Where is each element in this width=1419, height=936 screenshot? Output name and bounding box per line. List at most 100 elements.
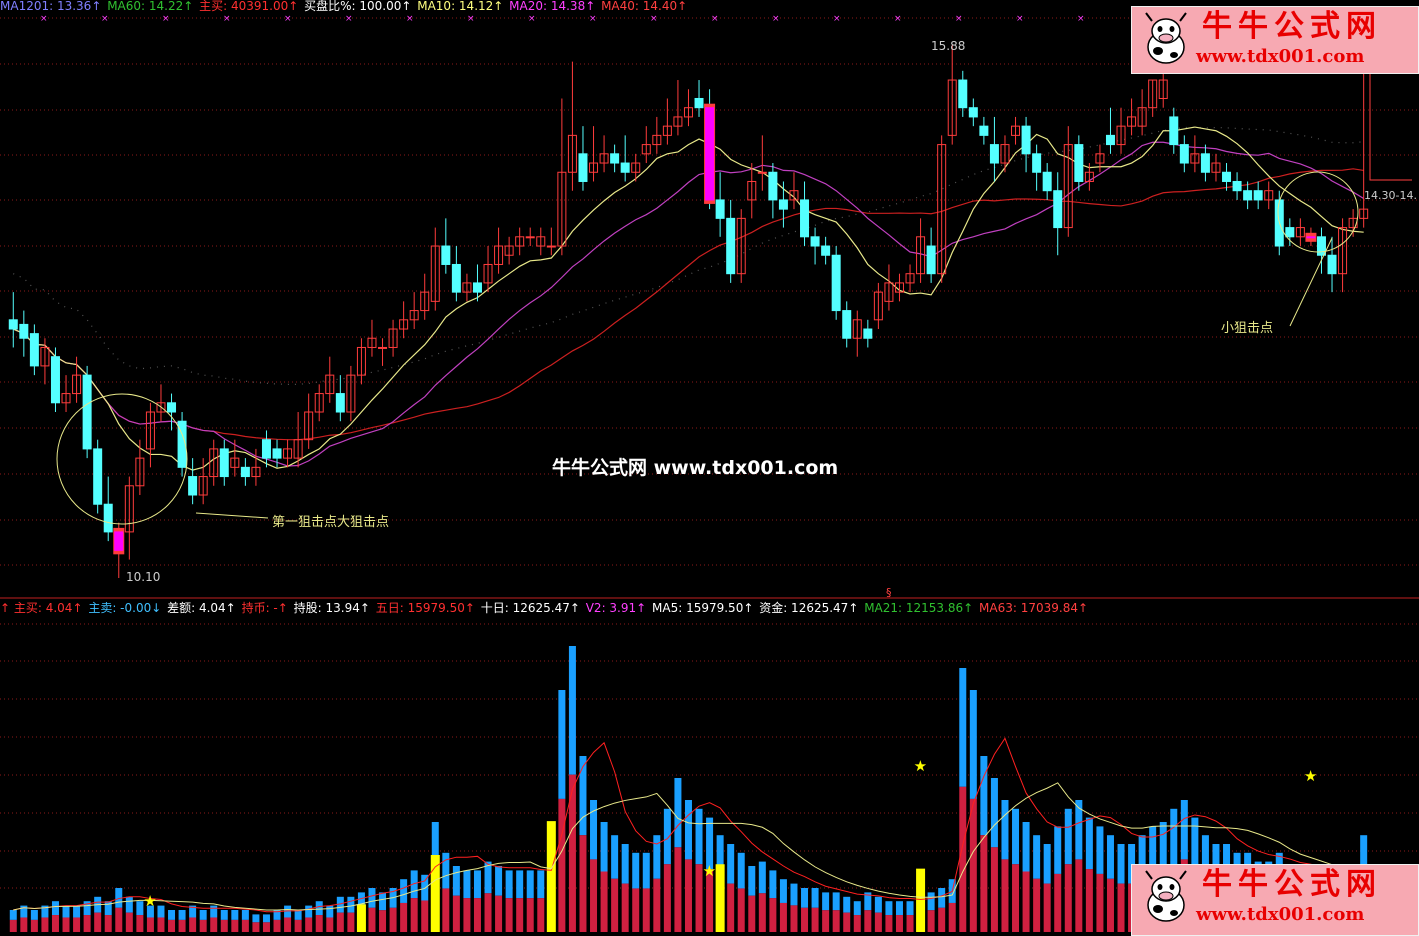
- volume-bar-buy: [1106, 835, 1114, 879]
- marker-x: ×: [467, 14, 475, 24]
- volume-bar-sell: [136, 915, 144, 932]
- volume-bar-sell: [231, 919, 239, 932]
- candle-body: [167, 402, 177, 413]
- volume-bar-sell: [1096, 873, 1104, 932]
- volume-bar-sell: [990, 847, 998, 932]
- volume-bar-buy: [30, 910, 38, 920]
- candle-body: [989, 144, 999, 164]
- volume-bar-sell: [125, 912, 133, 932]
- volume-bar-buy: [199, 910, 207, 920]
- volume-bar-sell: [1001, 859, 1009, 932]
- ma10-line: [13, 126, 1364, 471]
- volume-bar-sell: [1075, 859, 1083, 932]
- volume-bar-buy: [1001, 800, 1009, 860]
- volume-bar-buy: [737, 852, 745, 889]
- volume-bar-buy: [73, 905, 81, 918]
- watermark-site-name: 牛牛公式网: [1202, 9, 1382, 44]
- volume-bar-sell: [73, 917, 81, 932]
- price-low-label: 10.10: [126, 570, 161, 584]
- volume-bar-buy: [1033, 835, 1041, 879]
- volume-bar-buy: [516, 870, 524, 899]
- star-icon: ★: [914, 757, 927, 775]
- volume-bar-sell: [727, 883, 735, 932]
- volume-bar-sell: [980, 835, 988, 932]
- volume-bar-sell: [83, 915, 91, 932]
- volume-bar-buy: [790, 883, 798, 906]
- volume-bar-sell: [199, 919, 207, 932]
- volume-bar-buy: [642, 852, 650, 889]
- candle-body: [1222, 171, 1232, 182]
- candle-body: [378, 346, 388, 349]
- volume-bar-sell: [590, 859, 598, 932]
- candle-body: [610, 153, 620, 164]
- volume-bar-sell: [146, 917, 154, 932]
- candle-body: [50, 356, 60, 404]
- indicator-5: 五日: 15979.50↑: [375, 601, 479, 615]
- volume-bar-sell: [368, 907, 376, 932]
- volume-bar-sell: [611, 878, 619, 932]
- volume-bar-buy: [125, 896, 133, 913]
- volume-bar-sell: [30, 919, 38, 932]
- volume-bar-sell: [315, 915, 323, 932]
- ma-long-dotted-line: [13, 126, 1364, 385]
- indicator-8: MA5: 15979.50↑: [652, 601, 758, 615]
- indicator-1: MA60: 14.22↑: [107, 0, 198, 13]
- volume-bar-sell: [1033, 878, 1041, 932]
- volume-bar-sell: [421, 900, 429, 932]
- volume-bar-buy: [294, 910, 302, 920]
- watermark-url: www.tdx001.com: [1196, 904, 1365, 925]
- volume-bar-sell: [452, 895, 460, 932]
- candle-body: [525, 236, 535, 239]
- indicator-3: 买盘比%: 100.00↑: [304, 0, 416, 13]
- marker-x: ×: [101, 14, 109, 24]
- star-icon: ★: [703, 862, 716, 880]
- volume-bar-sell: [663, 864, 671, 932]
- volume-bar-sell: [737, 888, 745, 932]
- volume-bar-buy: [1012, 808, 1020, 865]
- volume-bar-sell: [273, 919, 281, 932]
- volume-bar-sell: [157, 917, 165, 932]
- volume-bar-buy: [1191, 817, 1199, 870]
- candle-body: [842, 310, 852, 339]
- candle-body: [757, 171, 767, 174]
- volume-bar-buy: [241, 910, 249, 920]
- volume-bar-buy: [558, 690, 566, 799]
- candle-body: [620, 162, 630, 173]
- volume-bar-buy: [1043, 844, 1051, 884]
- volume-bar-sell: [400, 902, 408, 932]
- candle-body: [1179, 144, 1189, 164]
- volume-bar-buy: [811, 888, 819, 908]
- candle-body: [1074, 144, 1084, 182]
- candle-body: [1105, 134, 1115, 146]
- volume-bar-sell: [758, 893, 766, 932]
- volume-bar-buy: [674, 778, 682, 848]
- volume-bar-sell: [948, 902, 956, 932]
- volume-bar-sell: [484, 893, 492, 932]
- candle-body: [240, 466, 250, 478]
- candle-body: [821, 245, 831, 256]
- marker-x: ×: [1016, 14, 1024, 24]
- center-watermark: 牛牛公式网 www.tdx001.com: [552, 457, 839, 479]
- volume-bar-buy: [969, 690, 977, 799]
- volume-bar-sell: [874, 912, 882, 932]
- candle-body: [114, 531, 124, 551]
- candle-body: [968, 107, 978, 118]
- volume-bar-buy: [895, 901, 903, 916]
- ma40-line: [13, 168, 1364, 441]
- indicator-11: MA63: 17039.84↑: [979, 601, 1089, 615]
- volume-bar-sell: [326, 917, 334, 932]
- candle-body: [19, 323, 29, 339]
- candle-body: [261, 439, 271, 459]
- marker-x: ×: [1077, 14, 1085, 24]
- volume-bar-sell: [9, 919, 17, 932]
- volume-bar-buy: [463, 870, 471, 899]
- volume-bar-sell: [168, 919, 176, 932]
- marker-x: ×: [406, 14, 414, 24]
- volume-bar-buy: [495, 866, 503, 896]
- marker-x: ×: [162, 14, 170, 24]
- marker-x: ×: [589, 14, 597, 24]
- volume-bar-buy: [1064, 808, 1072, 865]
- volume-bar-sell: [252, 922, 260, 932]
- indicator-7: V2: 3.91↑: [585, 601, 651, 615]
- volume-bar-sell: [885, 915, 893, 932]
